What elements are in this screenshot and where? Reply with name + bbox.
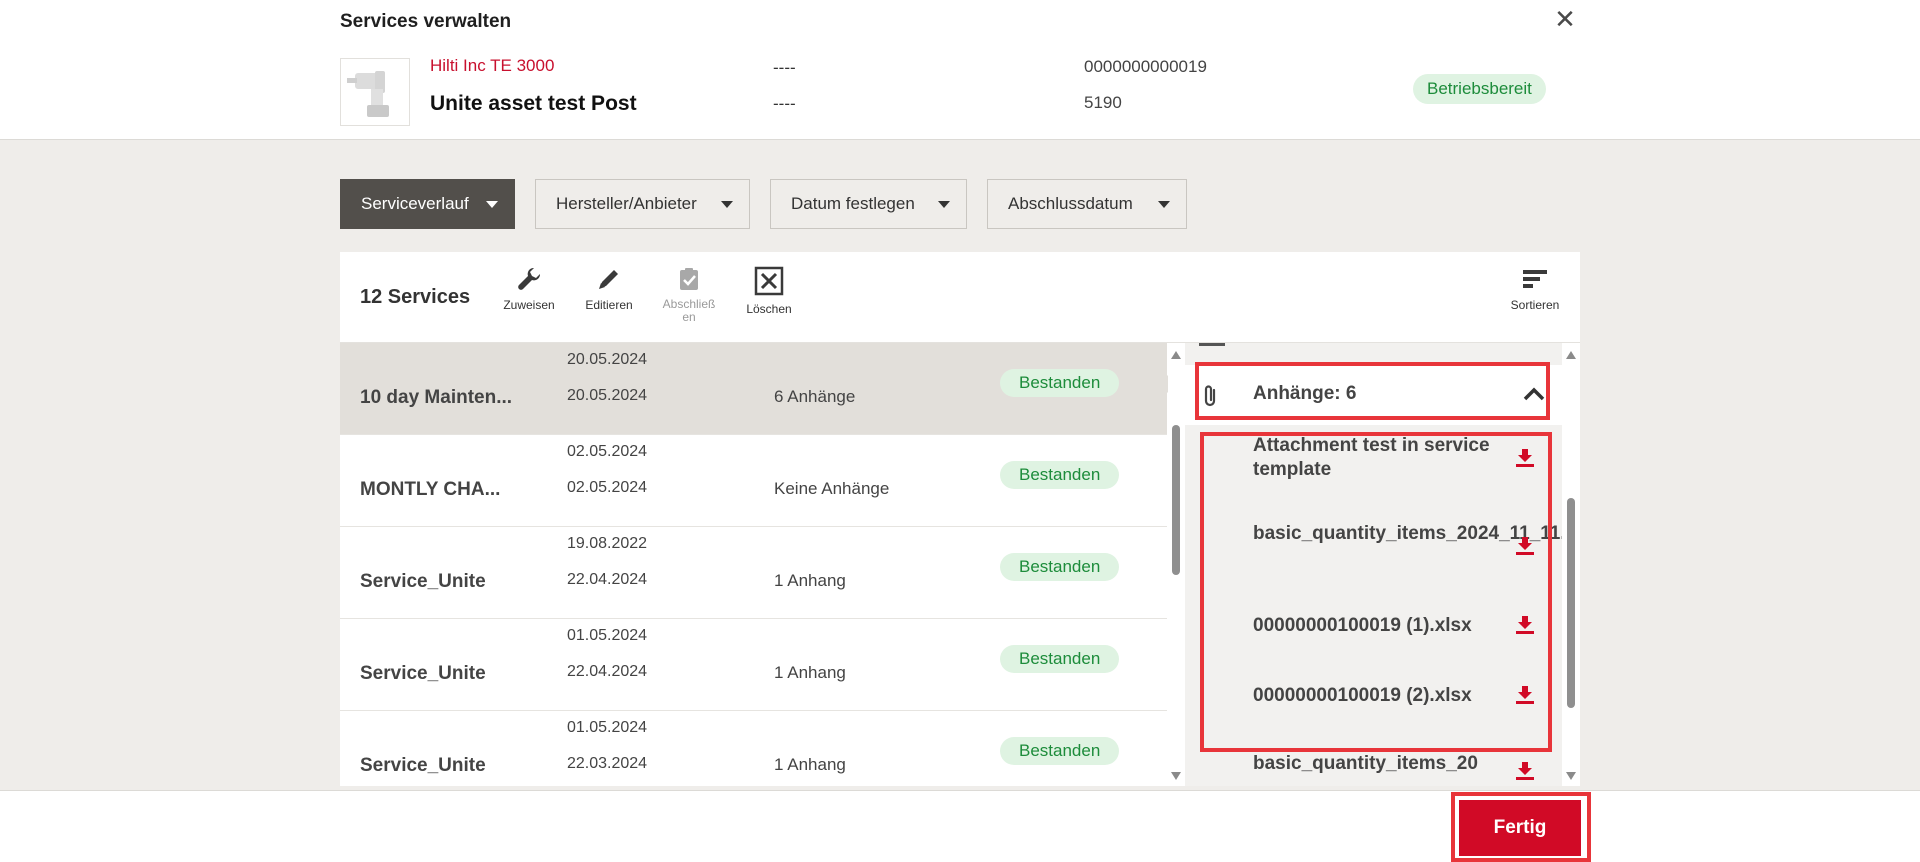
service-status-badge: Bestanden (1000, 553, 1120, 581)
services-count: 12 Services (360, 286, 471, 308)
drill-icon (347, 71, 389, 117)
service-name: 10 day Mainten... (360, 387, 513, 408)
delete-x-icon (754, 266, 784, 296)
scroll-up-arrow[interactable] (1566, 351, 1576, 359)
status-badge: Betriebsbereit (1413, 74, 1546, 104)
sort-icon (1523, 270, 1547, 288)
service-date-start: 01.05.2024 (567, 627, 648, 644)
filter-label: Datum festlegen (791, 194, 915, 213)
services-list: 20.05.2024 10 day Mainten... 20.05.2024 … (340, 343, 1167, 786)
attachments-header-highlight (1195, 362, 1550, 420)
services-toolbar: 12 Services Zuweisen Editieren Abschließ… (340, 252, 1580, 343)
caret-down-icon (486, 201, 498, 208)
service-date-end: 22.03.2024 (567, 755, 648, 772)
clipboard-check-icon (680, 268, 698, 290)
scroll-thumb[interactable] (1567, 498, 1575, 708)
complete-button[interactable]: Abschließ en (654, 266, 724, 324)
service-status-badge: Bestanden (1000, 461, 1120, 489)
service-date-end: 22.04.2024 (567, 663, 648, 680)
service-date-start: 20.05.2024 (567, 351, 648, 368)
scroll-up-arrow[interactable] (1171, 351, 1181, 359)
service-date-end: 22.04.2024 (567, 571, 648, 588)
assign-button[interactable]: Zuweisen (494, 266, 564, 312)
service-row[interactable]: 02.05.2024 MONTLY CHA... 02.05.2024 Kein… (340, 435, 1167, 527)
filter-label: Serviceverlauf (361, 194, 469, 213)
delete-button[interactable]: Löschen (734, 266, 804, 316)
service-attachments: 1 Anhang (774, 663, 846, 682)
service-attachments: 6 Anhänge (774, 387, 856, 406)
edit-button[interactable]: Editieren (574, 266, 644, 312)
service-row[interactable]: 20.05.2024 10 day Mainten... 20.05.2024 … (340, 343, 1167, 435)
service-date-start: 02.05.2024 (567, 443, 648, 460)
asset-field-2: ---- (773, 94, 796, 113)
asset-subtitle: Unite asset test Post (430, 92, 637, 115)
service-date-end: 20.05.2024 (567, 387, 648, 404)
services-scrollbar[interactable] (1168, 343, 1184, 786)
dialog-title: Services verwalten (340, 11, 512, 32)
assign-label: Zuweisen (503, 298, 555, 312)
filter-hersteller[interactable]: Hersteller/Anbieter (535, 179, 750, 229)
attachments-list-highlight (1200, 432, 1552, 752)
scroll-down-arrow[interactable] (1566, 772, 1576, 780)
filter-datum[interactable]: Datum festlegen (770, 179, 967, 229)
done-button[interactable]: Fertig (1459, 800, 1581, 856)
asset-image (340, 58, 410, 126)
service-status-badge: Bestanden (1000, 645, 1120, 673)
service-row[interactable]: 01.05.2024 Service_Unite 22.04.2024 1 An… (340, 619, 1167, 711)
service-status-badge: Bestanden (1000, 369, 1120, 397)
service-attachments: 1 Anhang (774, 755, 846, 774)
scroll-down-arrow[interactable] (1171, 772, 1181, 780)
asset-number: 5190 (1084, 93, 1122, 112)
service-name: Service_Unite (360, 571, 486, 592)
pencil-icon (599, 270, 618, 289)
service-name: Service_Unite (360, 755, 486, 776)
service-date-end: 02.05.2024 (567, 479, 648, 496)
service-name: Service_Unite (360, 663, 486, 684)
service-attachments: Keine Anhänge (774, 479, 890, 498)
sort-label: Sortieren (1510, 298, 1560, 312)
caret-down-icon (1158, 201, 1170, 208)
details-scrollbar[interactable] (1562, 343, 1580, 786)
asset-field-1: ---- (773, 58, 796, 77)
download-icon[interactable] (1515, 760, 1535, 780)
close-icon[interactable]: ✕ (1552, 6, 1578, 32)
divider (1199, 343, 1225, 346)
filter-label: Hersteller/Anbieter (556, 194, 697, 213)
delete-label: Löschen (746, 302, 792, 316)
caret-down-icon (938, 201, 950, 208)
caret-down-icon (721, 201, 733, 208)
filter-serviceverlauf[interactable]: Serviceverlauf (340, 179, 515, 229)
service-row[interactable]: 19.08.2022 Service_Unite 22.04.2024 1 An… (340, 527, 1167, 619)
wrench-icon (518, 267, 541, 290)
edit-label: Editieren (585, 298, 633, 312)
attachment-filename: basic_quantity_items_20 (1253, 753, 1478, 774)
service-attachments: 1 Anhang (774, 571, 846, 590)
asset-name-link[interactable]: Hilti Inc TE 3000 (430, 56, 554, 76)
filter-label: Abschlussdatum (1008, 194, 1133, 213)
service-date-start: 01.05.2024 (567, 719, 648, 736)
header: Services verwalten ✕ Hilti Inc TE 3000 U… (0, 0, 1920, 140)
filter-abschlussdatum[interactable]: Abschlussdatum (987, 179, 1187, 229)
scroll-thumb[interactable] (1172, 425, 1180, 575)
service-row[interactable]: 01.05.2024 Service_Unite 22.03.2024 1 An… (340, 711, 1167, 786)
service-status-badge: Bestanden (1000, 737, 1120, 765)
sort-button[interactable]: Sortieren (1500, 266, 1570, 312)
complete-label-2: en (682, 310, 696, 324)
asset-serial-number: 0000000000019 (1084, 57, 1207, 76)
service-name: MONTLY CHA... (360, 479, 501, 500)
service-date-start: 19.08.2022 (567, 535, 648, 552)
footer (0, 790, 1920, 862)
